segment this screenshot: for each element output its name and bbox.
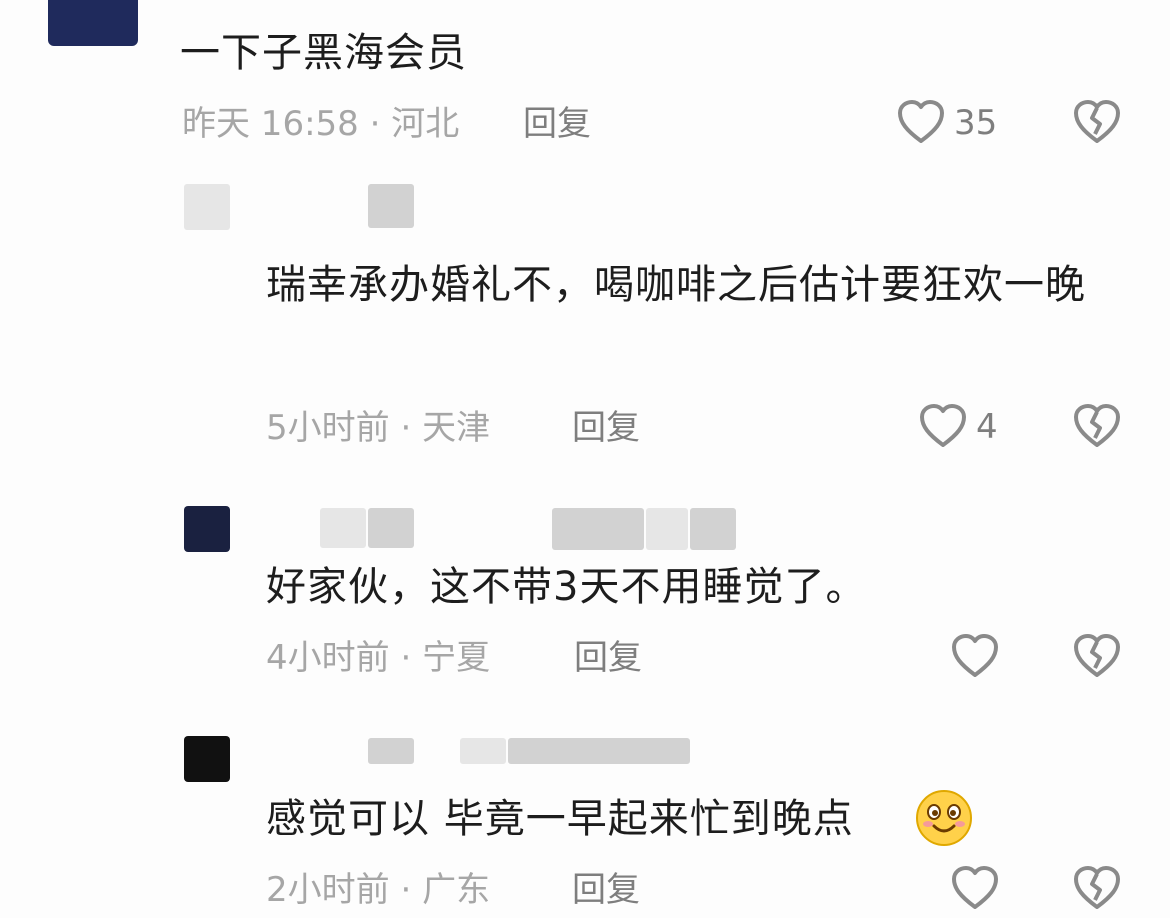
like-button[interactable] [950,632,1000,686]
comment-text-content: 感觉可以 毕竟一早起来忙到晚点 [266,796,854,842]
comment-text: 感觉可以 毕竟一早起来忙到晚点 [266,788,854,850]
username-redacted [508,738,690,764]
username-redacted [460,738,506,764]
heart-outline-icon [952,634,998,677]
username-redacted [368,508,414,548]
heart-outline-icon [952,866,998,909]
comment-meta: 2小时前 · 广东 [266,870,490,910]
like-button[interactable]: 35 [896,98,997,148]
reply-button[interactable]: 回复 [574,638,642,678]
like-count: 4 [976,407,998,447]
comment-meta: 昨天 16:58 · 河北 [182,104,459,144]
smiling-face-emoji [914,788,974,852]
like-count: 35 [954,103,998,143]
dislike-button[interactable] [1072,864,1122,918]
heart-outline-icon [898,100,944,143]
comment-location: 宁夏 [422,638,491,678]
comment-location: 天津 [422,408,491,448]
meta-separator: · [358,104,392,144]
comment-time: 昨天 16:58 [182,104,359,144]
avatar[interactable] [184,736,230,782]
comment-meta: 5小时前 · 天津 [266,408,490,448]
reply-button[interactable]: 回复 [572,408,640,448]
comment-text: 一下子黑海会员 [180,30,467,76]
dislike-button[interactable] [1072,402,1122,456]
username-redacted [368,184,414,228]
broken-heart-icon [1074,404,1120,447]
like-button[interactable] [950,864,1000,918]
broken-heart-icon [1074,100,1120,143]
broken-heart-icon [1074,634,1120,677]
username-redacted [646,508,688,550]
reply-button[interactable]: 回复 [523,104,591,144]
avatar[interactable] [48,0,138,46]
comment-text: 瑞幸承办婚礼不，喝咖啡之后估计要狂欢一晚 [266,262,1086,308]
like-button[interactable]: 4 [918,402,998,452]
username-redacted [690,508,736,550]
comment-location: 河北 [391,104,460,144]
avatar[interactable] [184,506,230,552]
comment-time: 5小时前 [266,408,390,448]
comment-meta: 4小时前 · 宁夏 [266,638,490,678]
username-redacted [320,508,366,548]
avatar[interactable] [184,184,230,230]
comment-text: 好家伙，这不带3天不用睡觉了。 [266,564,867,610]
meta-separator: · [389,408,423,448]
comment-time: 4小时前 [266,638,390,678]
heart-outline-icon [920,404,966,447]
username-redacted [552,508,644,550]
meta-separator: · [389,870,423,910]
broken-heart-icon [1074,866,1120,909]
comment-location: 广东 [422,870,491,910]
meta-separator: · [389,638,423,678]
username-redacted [368,738,414,764]
dislike-button[interactable] [1072,632,1122,686]
dislike-button[interactable] [1072,98,1122,152]
comment-time: 2小时前 [266,870,390,910]
reply-button[interactable]: 回复 [572,870,640,910]
